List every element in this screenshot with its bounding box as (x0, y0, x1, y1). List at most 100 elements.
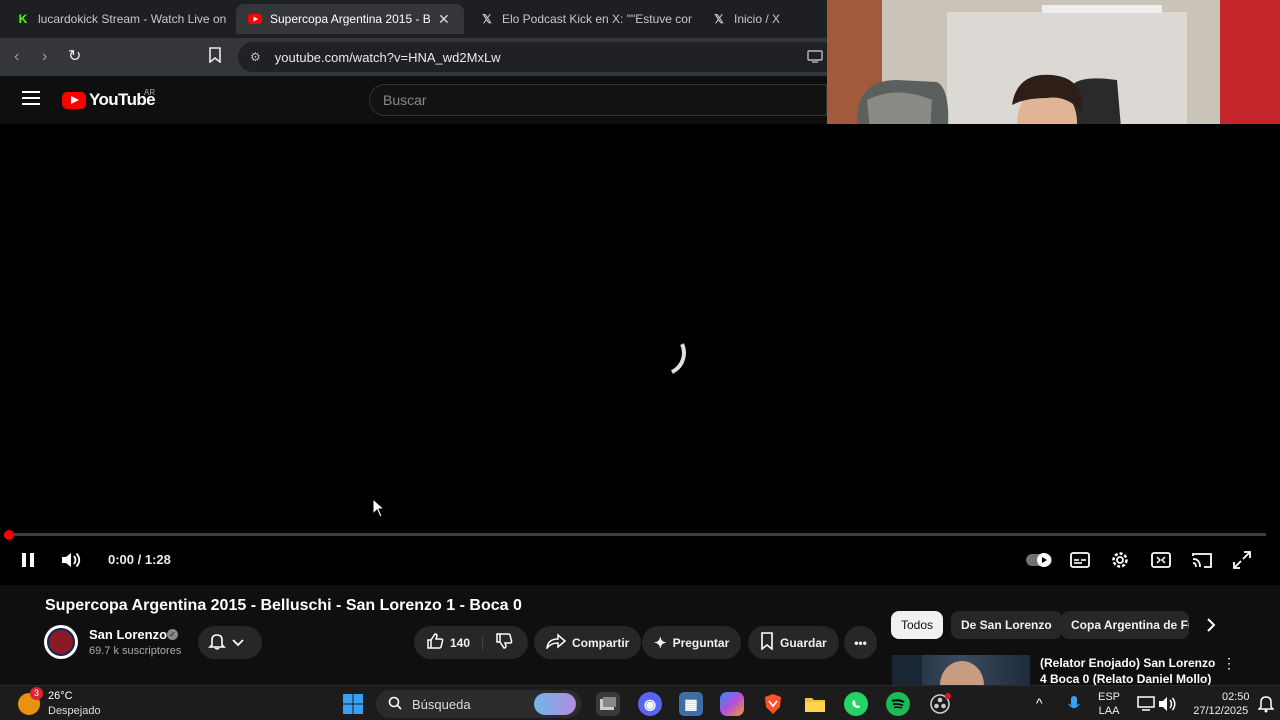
fullscreen-exit-icon[interactable] (1230, 549, 1254, 571)
tab-label: lucardokick Stream - Watch Live on K (38, 12, 230, 26)
language-code: ESP (1098, 691, 1121, 703)
share-button[interactable]: Compartir (534, 626, 642, 659)
more-horizontal-icon: ••• (854, 635, 867, 650)
chip-copa-argentina[interactable]: Copa Argentina de Fú (1061, 611, 1189, 639)
close-tab-icon[interactable]: ✕ (438, 11, 450, 28)
browser-nav-bar: ‹ › ↻ ⚙ youtube.com/watch?v=HNA_wd2MxLw (0, 38, 827, 76)
volume-icon[interactable] (60, 549, 84, 571)
weather-condition: Despejado (48, 705, 101, 717)
channel-name[interactable]: San Lorenzo (89, 627, 167, 642)
bookmark-icon[interactable] (208, 47, 222, 68)
discord-icon[interactable]: ◉ (638, 692, 662, 716)
verified-icon: ✓ (167, 629, 178, 640)
like-dislike-group: 140 (414, 626, 528, 659)
clock[interactable]: 02:50 27/12/2025 (1192, 690, 1250, 718)
input-language[interactable]: ESP LAA (1098, 690, 1120, 718)
layout-code: LAA (1098, 705, 1120, 717)
tab-label: Supercopa Argentina 2015 - Bell (270, 12, 430, 26)
x-icon: 𝕏 (714, 12, 724, 26)
weather-sun-icon: 3 (18, 687, 43, 715)
time-display: 0:00 / 1:28 (108, 552, 171, 567)
taskbar: 3 26°C Despejado Búsqueda ◉ ▦ ^ ESP LAA … (0, 685, 1280, 720)
notifications-button[interactable] (198, 626, 262, 659)
tab-x-podcast[interactable]: 𝕏 Elo Podcast Kick en X: ""Estuve con u (472, 4, 692, 34)
chevron-right-icon[interactable] (1206, 617, 1216, 638)
theater-mode-icon[interactable] (1149, 549, 1173, 571)
save-button[interactable]: Guardar (748, 626, 839, 659)
search-input[interactable]: Buscar (369, 84, 827, 116)
subscriber-count: 69.7 k suscriptores (89, 645, 182, 657)
scrubber-handle[interactable] (4, 530, 14, 540)
forward-icon[interactable]: › (42, 48, 47, 66)
site-settings-icon[interactable]: ⚙ (250, 50, 261, 64)
obs-icon[interactable] (928, 692, 952, 716)
bookmark-icon (760, 631, 774, 654)
clock-time: 02:50 (1222, 691, 1250, 703)
network-icon[interactable] (1134, 692, 1158, 716)
sparkle-icon: ✦ (654, 634, 667, 652)
tab-kick[interactable]: K lucardokick Stream - Watch Live on K (8, 4, 230, 34)
recommended-thumbnail[interactable] (892, 655, 1030, 685)
url-text: youtube.com/watch?v=HNA_wd2MxLw (274, 49, 501, 65)
chip-todos[interactable]: Todos (891, 611, 944, 639)
microphone-icon[interactable] (1062, 692, 1086, 716)
windows-start-icon[interactable] (341, 692, 365, 716)
chip-de-san-lorenzo[interactable]: De San Lorenzo (951, 611, 1062, 639)
autoplay-toggle[interactable] (1024, 549, 1054, 571)
like-count[interactable]: 140 (450, 635, 484, 650)
notification-badge: 3 (30, 687, 43, 700)
install-app-icon[interactable] (807, 49, 823, 66)
recommended-video-title[interactable]: (Relator Enojado) San Lorenzo 4 Boca 0 (… (1040, 655, 1216, 685)
pause-button[interactable] (18, 549, 38, 571)
save-label: Guardar (780, 635, 827, 650)
weather-temp: 26°C (48, 690, 73, 702)
back-icon[interactable]: ‹ (14, 48, 19, 66)
mouse-cursor-icon (372, 497, 386, 523)
youtube-logo[interactable]: YouTube (62, 90, 156, 110)
ask-button[interactable]: ✦ Preguntar (642, 626, 742, 659)
bell-icon (208, 632, 226, 654)
cast-icon[interactable] (1190, 549, 1214, 571)
youtube-header: YouTube Buscar (0, 76, 827, 124)
share-icon (545, 632, 567, 653)
video-title: Supercopa Argentina 2015 - Belluschi - S… (45, 597, 522, 614)
tab-youtube[interactable]: Supercopa Argentina 2015 - Bell ✕ (236, 4, 464, 34)
tab-label: Inicio / X (734, 12, 781, 26)
chevron-down-icon (232, 634, 244, 651)
settings-gear-icon[interactable] (1108, 549, 1132, 571)
photos-app-icon[interactable]: ▦ (679, 692, 703, 716)
subtitles-icon[interactable] (1068, 549, 1092, 571)
channel-avatar[interactable] (44, 625, 78, 659)
share-label: Compartir (572, 635, 630, 650)
search-highlight-icon (534, 693, 576, 715)
clock-date: 27/12/2025 (1193, 705, 1249, 717)
address-bar[interactable]: ⚙ youtube.com/watch?v=HNA_wd2MxLw (238, 42, 827, 72)
speaker-icon[interactable] (1156, 692, 1180, 716)
more-vertical-icon[interactable]: ⋮ (1222, 655, 1236, 672)
chevron-up-icon[interactable]: ^ (1036, 695, 1043, 711)
more-actions-button[interactable]: ••• (844, 626, 877, 659)
like-icon[interactable] (426, 632, 444, 654)
file-explorer-icon[interactable] (803, 692, 827, 716)
taskbar-search[interactable]: Búsqueda (376, 690, 582, 718)
copilot-icon[interactable] (720, 692, 744, 716)
kick-icon: K (18, 12, 28, 26)
country-code: AR (144, 88, 156, 97)
search-icon (388, 696, 402, 713)
youtube-icon (248, 12, 262, 26)
ask-label: Preguntar (672, 635, 730, 650)
notification-center-icon[interactable] (1254, 692, 1278, 716)
x-icon: 𝕏 (482, 12, 492, 26)
youtube-play-icon (62, 91, 86, 109)
task-view-icon[interactable] (596, 692, 620, 716)
reload-icon[interactable]: ↻ (68, 46, 81, 66)
progress-bar[interactable] (10, 533, 1266, 536)
tab-x-home[interactable]: 𝕏 Inicio / X (704, 4, 824, 34)
whatsapp-icon[interactable] (844, 692, 868, 716)
menu-icon[interactable] (22, 91, 40, 110)
dislike-icon[interactable] (495, 632, 513, 654)
weather-widget[interactable]: 3 26°C Despejado (18, 687, 101, 719)
spotify-icon[interactable] (886, 692, 910, 716)
taskbar-search-label: Búsqueda (412, 696, 471, 712)
brave-browser-icon[interactable] (761, 692, 785, 716)
